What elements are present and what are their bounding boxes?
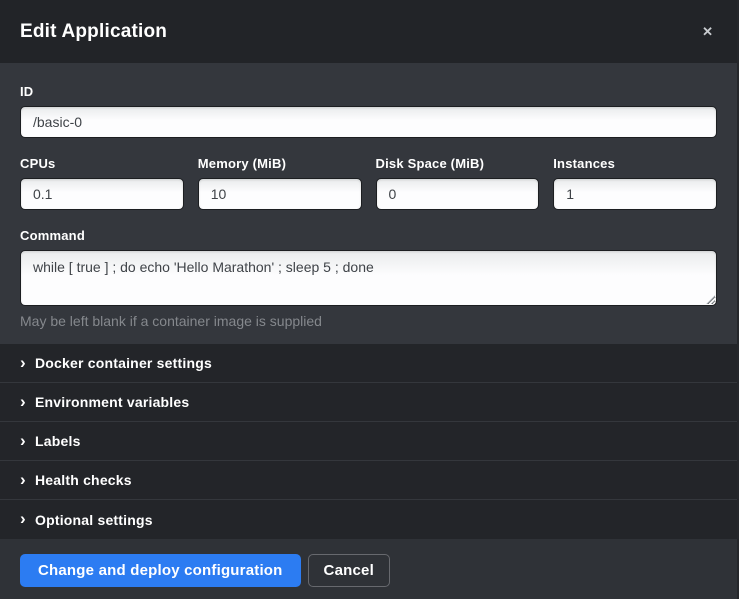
- section-label: Docker container settings: [35, 355, 212, 371]
- section-label: Optional settings: [35, 512, 153, 528]
- section-optional-settings[interactable]: › Optional settings: [0, 500, 737, 539]
- cpus-input[interactable]: [20, 178, 184, 210]
- cpus-field-group: CPUs: [20, 156, 184, 210]
- id-field-group: ID: [20, 84, 717, 138]
- instances-label: Instances: [553, 156, 717, 171]
- modal-footer: Change and deploy configuration Cancel: [0, 539, 737, 599]
- memory-input[interactable]: [198, 178, 362, 210]
- memory-field-group: Memory (MiB): [198, 156, 362, 210]
- chevron-right-icon: ›: [20, 354, 35, 371]
- section-docker-container-settings[interactable]: › Docker container settings: [0, 344, 737, 383]
- memory-label: Memory (MiB): [198, 156, 362, 171]
- section-environment-variables[interactable]: › Environment variables: [0, 383, 737, 422]
- section-label: Health checks: [35, 472, 132, 488]
- instances-field-group: Instances: [553, 156, 717, 210]
- chevron-right-icon: ›: [20, 432, 35, 449]
- command-label: Command: [20, 228, 717, 243]
- command-textarea[interactable]: while [ true ] ; do echo 'Hello Marathon…: [20, 250, 717, 306]
- disk-input[interactable]: [376, 178, 540, 210]
- modal-title: Edit Application: [20, 21, 167, 43]
- instances-input[interactable]: [553, 178, 717, 210]
- chevron-right-icon: ›: [20, 510, 35, 527]
- close-icon[interactable]: ✕: [698, 21, 717, 42]
- section-labels[interactable]: › Labels: [0, 422, 737, 461]
- section-label: Environment variables: [35, 394, 189, 410]
- cpus-label: CPUs: [20, 156, 184, 171]
- section-label: Labels: [35, 433, 81, 449]
- accordion: › Docker container settings › Environmen…: [0, 344, 737, 539]
- modal-header: Edit Application ✕: [0, 0, 737, 63]
- id-label: ID: [20, 84, 717, 99]
- disk-field-group: Disk Space (MiB): [376, 156, 540, 210]
- section-health-checks[interactable]: › Health checks: [0, 461, 737, 500]
- command-help-text: May be left blank if a container image i…: [20, 313, 717, 329]
- chevron-right-icon: ›: [20, 393, 35, 410]
- cancel-button[interactable]: Cancel: [308, 554, 390, 587]
- change-and-deploy-button[interactable]: Change and deploy configuration: [20, 554, 301, 587]
- chevron-right-icon: ›: [20, 471, 35, 488]
- command-textarea-wrap: while [ true ] ; do echo 'Hello Marathon…: [20, 250, 717, 306]
- edit-application-modal: Edit Application ✕ ID CPUs Memory (MiB) …: [0, 0, 737, 593]
- disk-label: Disk Space (MiB): [376, 156, 540, 171]
- command-field-group: Command while [ true ] ; do echo 'Hello …: [20, 228, 717, 329]
- screen: Edit Application ✕ ID CPUs Memory (MiB) …: [0, 0, 739, 599]
- resources-row: CPUs Memory (MiB) Disk Space (MiB) Insta…: [20, 156, 717, 210]
- id-input[interactable]: [20, 106, 717, 138]
- modal-body: ID CPUs Memory (MiB) Disk Space (MiB) In: [0, 63, 737, 539]
